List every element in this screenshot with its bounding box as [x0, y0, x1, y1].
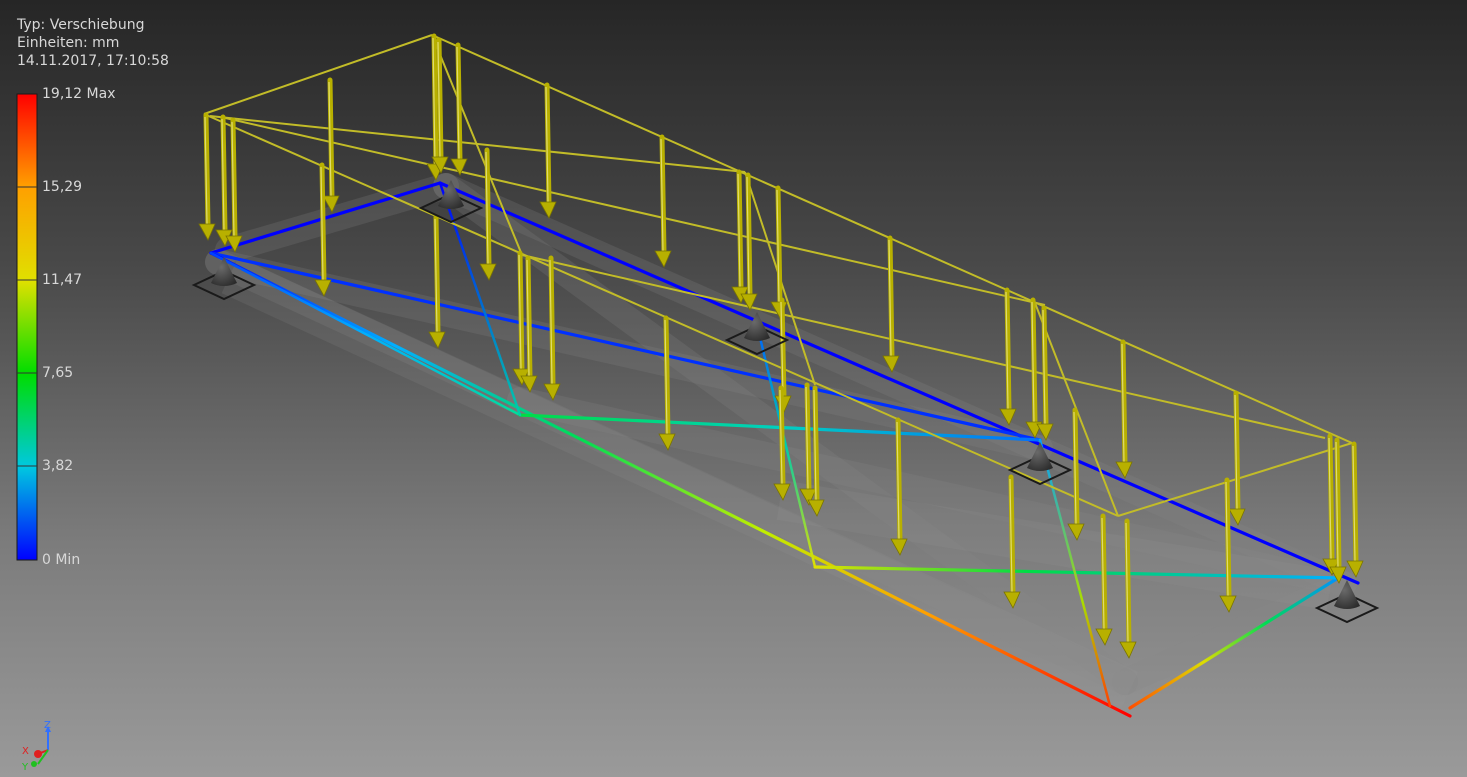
load-arrow: [450, 42, 468, 176]
model-viewport[interactable]: [0, 0, 1467, 777]
legend-label-4: 15,29: [42, 179, 83, 195]
triad-z-label: Z: [44, 720, 51, 731]
load-arrow: [215, 114, 233, 247]
load-arrow: [1346, 441, 1364, 578]
bottom-chord-front: [209, 251, 1132, 718]
result-timestamp: 14.11.2017, 17:10:58: [17, 53, 169, 69]
legend-label-2: 7,65: [42, 365, 74, 381]
legend-label-max: 19,12 Max: [42, 86, 116, 102]
load-arrow: [770, 185, 788, 319]
legend-label-min: 0 Min: [42, 552, 81, 568]
load-arrow: [999, 287, 1017, 426]
load-arrow: [1115, 339, 1133, 479]
legend-colorbar: [16, 93, 38, 561]
result-info: Typ: Verschiebung Einheiten: mm 14.11.20…: [17, 16, 169, 70]
load-arrow: [1228, 390, 1246, 526]
load-arrow: [198, 112, 216, 241]
load-arrow: [1025, 297, 1043, 439]
legend-label-1: 3,82: [42, 458, 74, 474]
load-arrow: [654, 134, 672, 268]
load-arrow: [882, 235, 900, 373]
load-arrow: [428, 214, 446, 349]
legend-label-3: 11,47: [42, 272, 83, 288]
axis-triad-icon[interactable]: Z X Y: [18, 718, 58, 773]
load-arrow: [322, 77, 340, 213]
triad-y-label: Y: [21, 762, 29, 773]
result-units: Einheiten: mm: [17, 35, 120, 51]
result-type: Typ: Verschiebung: [17, 17, 145, 33]
triad-x-label: X: [22, 746, 29, 757]
load-arrow: [1036, 305, 1054, 441]
